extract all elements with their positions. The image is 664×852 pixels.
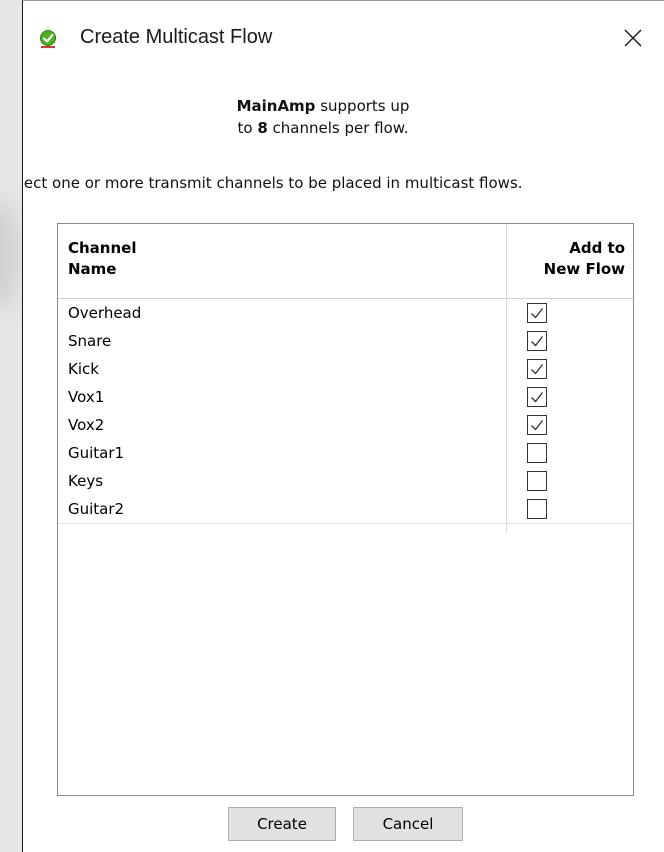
add-to-flow-checkbox[interactable] [527,499,547,519]
channel-name: Vox2 [68,416,105,434]
table-body: Overhead Snare Kick Vox1 Vox2 Guitar1 Keys Guit… [58,299,633,524]
supports-text: supports up [315,97,410,115]
checkmark-icon [531,392,544,403]
add-to-flow-checkbox[interactable] [527,471,547,491]
device-name: MainAmp [236,97,316,115]
add-to-flow-checkbox[interactable] [527,303,547,323]
channel-name: Guitar1 [68,444,125,462]
table-row: Kick [58,355,633,383]
table-row: Vox1 [58,383,633,411]
header-channel-name-line1: Channel [68,239,137,257]
table-row: Guitar2 [58,495,633,523]
header-channel-name: Channel Name [68,238,136,280]
table-row: Snare [58,327,633,355]
header-channel-name-line2: Name [68,260,117,278]
header-add-line1: Add to [569,239,625,257]
background-glow [0,200,20,310]
table-row: Overhead [58,299,633,327]
add-to-flow-checkbox[interactable] [527,387,547,407]
add-to-flow-checkbox[interactable] [527,331,547,351]
channel-name: Vox1 [68,388,105,406]
checkmark-icon [531,364,544,375]
checkmark-icon [531,308,544,319]
channel-count: 8 [257,119,268,137]
create-button[interactable]: Create [228,807,336,841]
add-to-flow-checkbox[interactable] [527,443,547,463]
close-icon [624,29,642,47]
cancel-button[interactable]: Cancel [353,807,463,841]
title-bar: Create Multicast Flow [23,1,664,79]
add-to-flow-checkbox[interactable] [527,359,547,379]
table-row: Vox2 [58,411,633,439]
dialog-title: Create Multicast Flow [80,26,273,48]
table-row: Keys [58,467,633,495]
background-desktop [0,0,22,852]
channel-name: Kick [68,360,99,378]
channel-name: Snare [68,332,112,350]
channel-name: Overhead [68,304,142,322]
channels-suffix: channels per flow. [267,119,409,137]
channel-capacity-info: MainAmp supports up to 8 channels per fl… [23,95,623,139]
close-button[interactable] [610,18,656,58]
table-header: Channel Name Add to New Flow [58,224,633,299]
instruction-text: Select one or more transmit channels to … [22,174,523,192]
channel-name: Keys [68,472,104,490]
checkmark-icon [531,420,544,431]
table-row: Guitar1 [58,439,633,467]
create-multicast-flow-dialog: Create Multicast Flow MainAmp supports u… [22,0,664,852]
info-line-2: to 8 channels per flow. [23,117,623,139]
header-add-to-new-flow: Add to New Flow [513,238,625,280]
channel-table: Channel Name Add to New Flow Overhead Sna… [57,223,634,796]
checkmark-icon [531,336,544,347]
add-to-flow-checkbox[interactable] [527,415,547,435]
info-line-1: MainAmp supports up [23,95,623,117]
to-text: to [237,119,258,137]
header-add-line2: New Flow [543,260,625,278]
rows-end-divider [58,523,633,524]
channel-name: Guitar2 [68,500,125,518]
green-check-icon [38,29,58,49]
